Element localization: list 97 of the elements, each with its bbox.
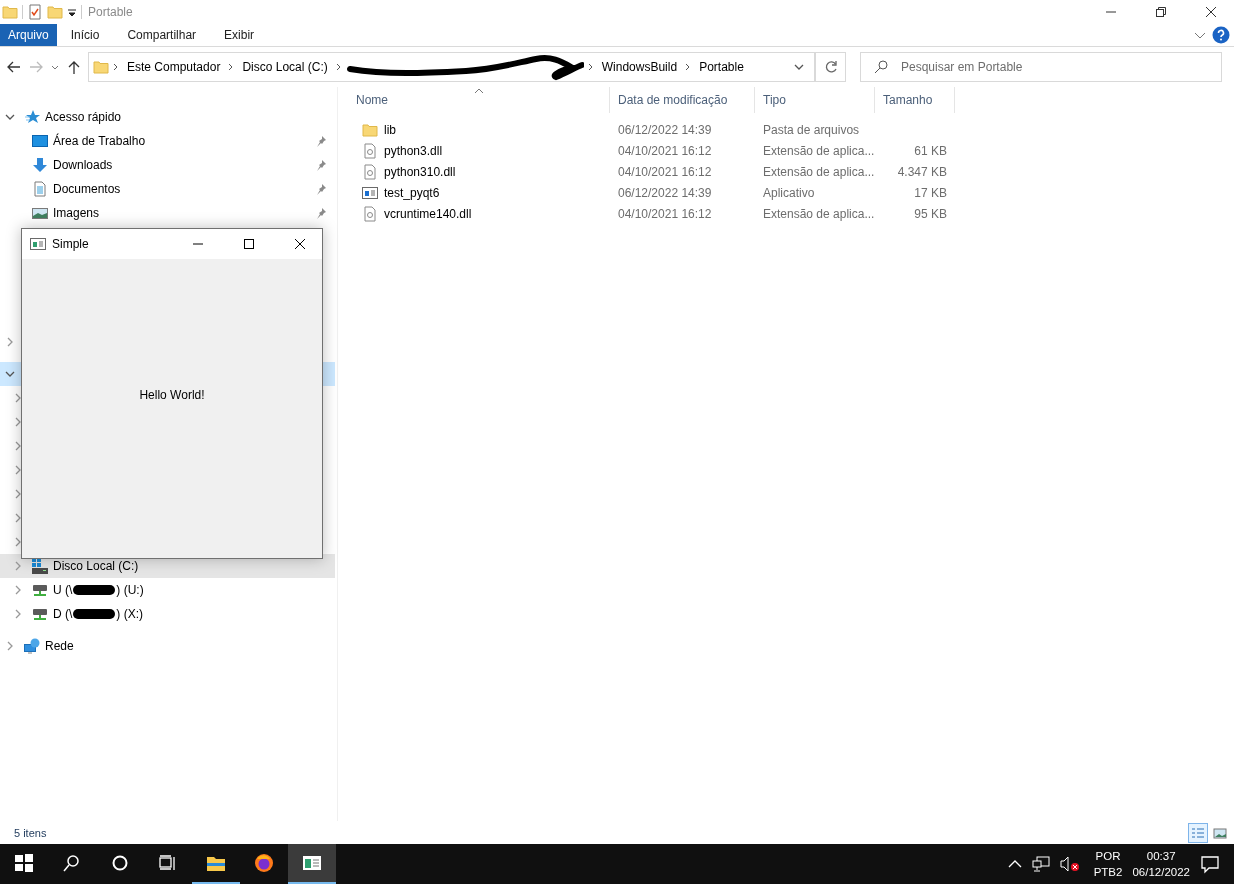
file-icon [362, 142, 378, 159]
folder-icon [93, 59, 109, 75]
tree-item[interactable]: U (\ ) (U:) [0, 578, 335, 602]
file-name-cell[interactable]: python3.dll [348, 140, 610, 161]
tree-item[interactable]: Rede [0, 634, 335, 658]
file-name-cell[interactable]: python310.dll [348, 161, 610, 182]
column-header[interactable]: Data de modificação [610, 87, 755, 113]
size-cell-text: 17 KB [913, 184, 948, 202]
document-icon [32, 181, 48, 197]
ribbon-tab[interactable]: Compartilhar [113, 24, 211, 46]
breadcrumb-chevron-icon[interactable] [112, 62, 120, 72]
clock[interactable]: 00:37 06/12/2022 [1132, 848, 1190, 880]
column-header[interactable]: Tamanho [875, 87, 955, 113]
tree-item[interactable]: Área de Trabalho [0, 129, 335, 153]
size-cell-text: 61 KB [913, 142, 948, 160]
up-arrow-icon[interactable] [66, 59, 82, 75]
close-icon[interactable] [293, 238, 306, 250]
refresh-icon[interactable] [823, 60, 838, 74]
app-window-icon [30, 236, 46, 252]
ribbon-tab[interactable]: Exibir [210, 24, 269, 46]
pin-icon[interactable] [315, 183, 327, 195]
search-icon [874, 60, 888, 74]
date-cell-text: 04/10/2021 16:12 [617, 205, 713, 223]
size-cell-text: 95 KB [913, 205, 948, 223]
size-cell-text: 4.347 KB [896, 163, 948, 181]
folder-icon [2, 4, 18, 20]
back-arrow-icon[interactable] [6, 59, 22, 75]
view-toggle[interactable] [1188, 823, 1208, 843]
date-cell-text: 06/12/2022 14:39 [617, 121, 713, 139]
tree-item[interactable]: Documentos [0, 177, 335, 201]
date-cell-text: 04/10/2021 16:12 [617, 163, 713, 181]
breadcrumb[interactable]: Portable [695, 60, 748, 74]
redaction-scribble [72, 584, 117, 596]
file-icon [362, 163, 378, 180]
window-title: Portable [88, 5, 133, 19]
taskbar-button[interactable] [288, 844, 336, 884]
tree-item[interactable]: Acesso rápido [0, 105, 335, 129]
drive-icon [32, 558, 48, 574]
tree-item[interactable]: D (\ ) (X:) [0, 602, 335, 626]
type-cell-text: Pasta de arquivos [762, 121, 861, 139]
ribbon-tab[interactable]: Início [56, 24, 114, 46]
redaction-scribble [72, 608, 117, 620]
image-icon [32, 205, 48, 221]
desktop-icon [32, 133, 48, 149]
type-cell-text: Extensão de aplica... [762, 142, 875, 160]
star-icon [24, 109, 40, 125]
column-header[interactable]: Tipo [755, 87, 875, 113]
show-hidden-icons-icon[interactable] [1007, 859, 1022, 869]
breadcrumb[interactable]: Disco Local (C:) [238, 60, 332, 74]
maximize-icon[interactable] [242, 238, 255, 250]
help-icon[interactable] [1212, 26, 1230, 44]
file-menu-tab[interactable]: Arquivo [0, 24, 57, 46]
input-language-indicator[interactable]: POR PTB2 [1093, 848, 1123, 880]
window-title: Simple [52, 237, 89, 251]
windows-start-icon[interactable] [14, 853, 34, 873]
network-icon [24, 638, 40, 654]
properties-icon[interactable] [27, 4, 43, 20]
notifications-icon[interactable] [1200, 854, 1220, 874]
item-count: 5 itens [14, 827, 47, 839]
type-cell-text: Extensão de aplica... [762, 163, 875, 181]
breadcrumb[interactable]: Este Computador [123, 60, 225, 74]
app-window-icon [302, 853, 322, 873]
app-window-icon [362, 184, 378, 201]
muted-speaker-icon[interactable] [1059, 856, 1080, 872]
date-cell-text: 06/12/2022 14:39 [617, 184, 713, 202]
large-icons-view-icon [1213, 827, 1227, 839]
circle-icon[interactable] [110, 853, 130, 873]
date-cell-text: 04/10/2021 16:12 [617, 142, 713, 160]
network-drive-icon [32, 582, 48, 598]
search-field[interactable]: Pesquisar em Portable [860, 52, 1222, 82]
close-icon[interactable] [1205, 6, 1217, 18]
task-view-icon[interactable] [158, 853, 178, 873]
pin-icon[interactable] [315, 207, 327, 219]
restore-icon[interactable] [1155, 6, 1167, 18]
type-cell-text: Aplicativo [762, 184, 816, 202]
folder-icon [362, 121, 378, 138]
download-arrow-icon [32, 157, 48, 173]
pin-icon[interactable] [315, 135, 327, 147]
details-view-icon [1191, 827, 1205, 839]
file-name-cell[interactable]: lib [348, 119, 610, 140]
search-icon[interactable] [62, 853, 82, 873]
network-drive-icon [32, 606, 48, 622]
breadcrumb-chevron-icon[interactable] [586, 62, 595, 72]
browser-icon [254, 853, 274, 873]
file-name-cell[interactable]: test_pyqt6 [348, 182, 610, 203]
breadcrumb[interactable]: WindowsBuild [597, 60, 682, 74]
type-cell-text: Extensão de aplica... [762, 205, 875, 223]
tree-item[interactable]: Downloads [0, 153, 335, 177]
breadcrumb-chevron-icon[interactable] [334, 62, 343, 72]
sort-caret-icon [473, 87, 484, 95]
column-header[interactable]: Nome [348, 87, 610, 113]
tree-item[interactable]: Imagens [0, 201, 335, 225]
file-name-cell[interactable]: vcruntime140.dll [348, 203, 610, 224]
file-icon [362, 205, 378, 222]
message-label: Hello World! [139, 387, 205, 402]
network-icon[interactable] [1031, 856, 1050, 872]
pin-icon[interactable] [315, 159, 327, 171]
